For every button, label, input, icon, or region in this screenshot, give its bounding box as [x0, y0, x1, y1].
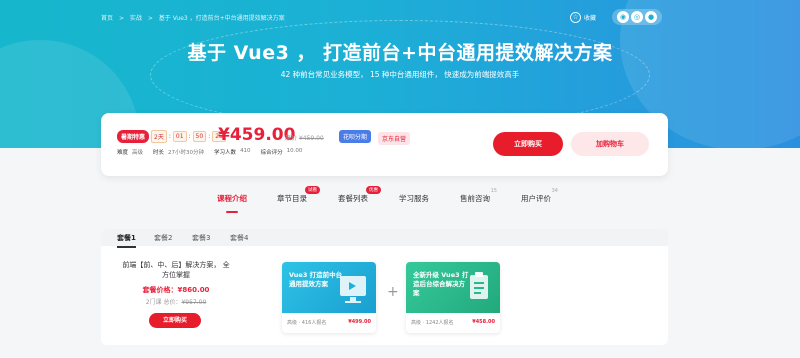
countdown-minutes: 50	[192, 131, 207, 142]
course-price: ¥499.00	[348, 319, 371, 325]
jd-badge[interactable]: 京东自营	[378, 132, 411, 145]
countdown-separator: :	[208, 133, 211, 140]
star-outline-icon: ☆	[570, 11, 581, 23]
students-label: 学习人数	[214, 150, 237, 156]
purchase-card: 暑期特惠 2天 : 01 : 50 : 25 ¥459.00 原价 ¥459.0…	[101, 113, 668, 176]
package-buy-button[interactable]: 立即购买	[149, 313, 201, 328]
breadcrumb-separator: >	[147, 15, 153, 22]
add-to-cart-button[interactable]: 加购物车	[571, 132, 649, 156]
hero-actions: ☆ 收藏 ◉ ◎ ●	[570, 9, 663, 25]
package-price-label: 套餐价格：	[142, 286, 178, 294]
students-value: 410	[240, 148, 251, 154]
package-course-card[interactable]: Vue3 打造前中台通用提效方案 高级 · 416人报名 ¥499.00	[282, 262, 376, 333]
package-course-card[interactable]: 全新升级 Vue3 打造后台综合解决方案 高级 · 1242人报名 ¥458.0…	[406, 262, 500, 333]
course-level: 高级	[287, 320, 298, 326]
course-price: ¥458.00	[472, 319, 495, 325]
package-tab-1[interactable]: 套餐1	[117, 233, 136, 248]
current-price: ¥459.00	[218, 125, 296, 145]
package-price-value: ¥860.00	[177, 286, 210, 294]
buy-now-button[interactable]: 立即购买	[493, 132, 563, 156]
tab-consult[interactable]: 售前咨询 15	[460, 188, 497, 204]
course-footer: 高级 · 1242人报名 ¥458.00	[411, 319, 495, 326]
package-total-label: 2门课 总价：	[145, 299, 182, 306]
package-price: 套餐价格：¥860.00	[121, 285, 231, 295]
tab-label: 学习服务	[399, 194, 429, 203]
promo-tag: 暑期特惠	[117, 130, 150, 143]
review-count: 34	[551, 188, 558, 194]
duration-value: 27小时30分钟	[168, 150, 205, 156]
qq-icon[interactable]: ●	[645, 11, 658, 23]
course-enrolled: · 416人报名	[298, 320, 327, 326]
package-info: 前端【前、中、后】解决方案， 全方位掌握 套餐价格：¥860.00 2门课 总价…	[121, 260, 231, 306]
duration-label: 时长	[153, 150, 165, 156]
original-price-label: 原价	[285, 135, 298, 142]
rating-value: 10.00	[286, 148, 303, 154]
breadcrumb-home[interactable]: 首页	[101, 15, 113, 22]
breadcrumb-separator: >	[118, 15, 124, 22]
tab-label: 课程介绍	[217, 194, 247, 203]
tab-reviews[interactable]: 用户评价 34	[521, 188, 558, 204]
page-title: 基于 Vue3 ， 打造前台+中台通用提效解决方案	[187, 42, 613, 64]
wechat-icon[interactable]: ◉	[617, 11, 630, 23]
tab-label: 用户评价	[521, 194, 551, 203]
package-total: 2门课 总价：¥957.00	[121, 297, 231, 306]
tab-packages[interactable]: 套餐列表 优惠	[338, 186, 381, 204]
package-total-value: ¥957.00	[181, 299, 207, 306]
tab-chapters[interactable]: 章节目录 试看	[277, 186, 320, 204]
installment-badge[interactable]: 花呗分期	[339, 130, 372, 143]
course-footer: 高级 · 416人报名 ¥499.00	[287, 319, 371, 326]
course-cover: 全新升级 Vue3 打造后台综合解决方案	[406, 262, 500, 313]
weibo-icon[interactable]: ◎	[631, 11, 644, 23]
tab-intro[interactable]: 课程介绍	[217, 193, 247, 213]
course-level: 高级	[411, 320, 422, 326]
promo-countdown: 暑期特惠 2天 : 01 : 50 : 25	[117, 130, 226, 143]
course-cover: Vue3 打造前中台通用提效方案	[282, 262, 376, 313]
share-group: ◉ ◎ ●	[612, 9, 663, 25]
difficulty-label: 难度	[117, 150, 129, 156]
package-tabs: 套餐1 套餐2 套餐3 套餐4	[101, 229, 668, 248]
breadcrumb-current: 基于 Vue3 ，打造前台+中台通用提效解决方案	[158, 15, 285, 22]
countdown-hours: 01	[172, 131, 187, 142]
rating-label: 综合评分	[260, 150, 283, 156]
countdown-days: 2天	[151, 130, 167, 143]
tab-services[interactable]: 学习服务	[399, 193, 429, 204]
course-meta: 难度 高级 时长 27小时30分钟 学习人数 410 综合评分 10.00	[117, 148, 308, 156]
breadcrumb-practice[interactable]: 实战	[130, 15, 142, 22]
tab-label: 套餐列表	[338, 194, 368, 203]
package-section: 套餐1 套餐2 套餐3 套餐4 前端【前、中、后】解决方案， 全方位掌握 套餐价…	[101, 229, 668, 345]
countdown-separator: :	[188, 133, 191, 140]
course-title: Vue3 打造前中台通用提效方案	[289, 271, 343, 288]
package-tab-3[interactable]: 套餐3	[192, 233, 210, 243]
package-tab-2[interactable]: 套餐2	[154, 233, 172, 243]
package-description: 前端【前、中、后】解决方案， 全方位掌握	[122, 261, 230, 279]
countdown-separator: :	[168, 133, 171, 140]
plus-icon: +	[387, 284, 399, 300]
favorite-button[interactable]: ☆ 收藏	[570, 11, 597, 23]
breadcrumb: 首页 > 实战 > 基于 Vue3 ，打造前台+中台通用提效解决方案	[101, 13, 289, 22]
tab-label: 售前咨询	[460, 194, 490, 203]
original-price: 原价 ¥459.00	[285, 133, 324, 142]
package-tab-4[interactable]: 套餐4	[230, 233, 248, 243]
original-price-value: ¥459.00	[298, 135, 324, 142]
discount-badge: 优惠	[366, 186, 381, 194]
difficulty-value: 高级	[132, 150, 144, 156]
course-enrolled: · 1242人报名	[422, 320, 454, 326]
tab-label: 章节目录	[277, 194, 307, 203]
favorite-label: 收藏	[584, 14, 597, 22]
preview-badge: 试看	[305, 186, 320, 194]
course-tabs: 课程介绍 章节目录 试看 套餐列表 优惠 学习服务 售前咨询 15 用户评价 3…	[0, 186, 800, 218]
course-title: 全新升级 Vue3 打造后台综合解决方案	[413, 271, 469, 297]
consult-count: 15	[490, 188, 497, 194]
page-subtitle: 42 种前台常见业务模型， 15 种中台通用组件， 快速成为前端提效高手	[280, 70, 520, 79]
